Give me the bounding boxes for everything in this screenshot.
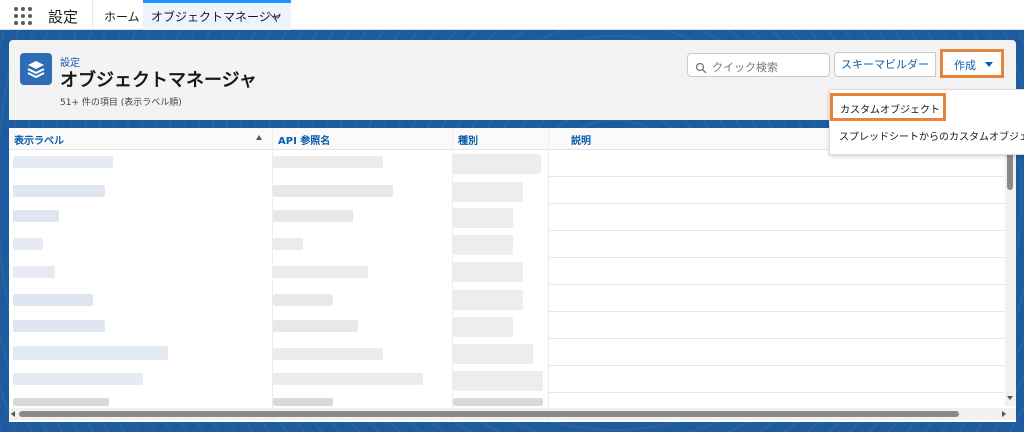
table-row-api-name [273,373,423,385]
sort-ascending-icon[interactable] [256,135,262,140]
table-row-label [13,266,55,278]
row-divider [549,392,1004,393]
nav-divider [92,0,93,30]
scroll-down-icon[interactable] [1007,396,1013,400]
app-launcher-icon[interactable] [14,7,32,25]
scrollbar-thumb[interactable] [19,411,959,417]
caret-down-icon [985,62,993,67]
column-divider [548,128,549,422]
menu-item-custom-object-from-spreadsheet[interactable]: スプレッドシートからのカスタムオブジェクト [839,128,1024,143]
table-row-label [13,398,109,406]
table-row-api-name [273,238,303,250]
table-row-label [13,320,105,332]
scrollbar-thumb[interactable] [1007,150,1013,190]
table-row-type [453,154,541,174]
column-header-type[interactable]: 種別 [458,132,478,147]
row-divider [549,338,1004,339]
table-row-type [453,262,523,282]
row-divider [549,365,1004,366]
create-button-label: 作成 [954,59,976,72]
row-divider [549,230,1004,231]
table-row-api-name [273,348,383,360]
table-row-api-name [273,294,333,306]
schema-builder-button[interactable]: スキーマビルダー [834,52,936,77]
table-row-api-name [273,185,393,197]
quick-search-input[interactable]: クイック検索 [687,53,830,77]
tab-object-manager[interactable]: オブジェクトマネージャ [143,0,291,30]
menu-item-custom-object-label: カスタムオブジェクト [840,105,940,116]
table-row-label [13,346,168,360]
item-count: 51+ 件の項目 (表示ラベル順) [60,98,182,108]
top-navigation: 設定 ホーム オブジェクトマネージャ [0,0,1024,30]
create-dropdown-menu: カスタムオブジェクト スプレッドシートからのカスタムオブジェクト [829,89,1024,155]
app-name: 設定 [48,8,79,26]
column-header-description[interactable]: 説明 [571,132,591,147]
table-row-api-name [273,266,368,278]
tab-home[interactable]: ホーム [104,8,140,25]
table-row-type [453,290,523,310]
table-row-type [453,371,543,391]
table-row-type [453,344,533,364]
row-divider [549,257,1004,258]
scroll-left-icon[interactable] [11,411,15,417]
object-manager-icon [20,53,52,85]
page-title: オブジェクトマネージャ [60,70,257,91]
table-row-type [453,398,543,406]
object-table: 表示ラベル API 参照名 種別 説明 [9,128,1016,422]
row-divider [549,176,1004,177]
table-row-api-name [273,156,383,168]
create-button[interactable]: 作成 [940,49,1004,78]
table-row-api-name [273,320,358,332]
search-icon [695,59,707,78]
table-row-label [13,294,93,306]
table-row-type [453,182,523,202]
row-divider [549,203,1004,204]
menu-item-custom-object[interactable]: カスタムオブジェクト [830,93,946,121]
scroll-right-icon[interactable] [1002,411,1006,417]
tab-object-manager-label: オブジェクトマネージャ [151,10,283,24]
table-row-label [13,210,59,222]
column-header-api-name[interactable]: API 参照名 [278,132,330,147]
table-row-label [13,238,43,250]
vertical-scrollbar[interactable] [1005,128,1016,406]
table-row-api-name [273,210,353,222]
row-divider [549,284,1004,285]
table-row-label [13,185,105,197]
table-row-label [13,156,113,168]
table-row-type [453,208,513,228]
table-row-type [453,235,513,255]
table-row-type [453,317,513,337]
search-placeholder: クイック検索 [712,61,778,74]
table-row-label [13,373,143,385]
column-header-label[interactable]: 表示ラベル [14,132,64,147]
table-row-api-name [273,398,333,406]
horizontal-scrollbar[interactable] [9,408,1016,420]
row-divider [549,311,1004,312]
